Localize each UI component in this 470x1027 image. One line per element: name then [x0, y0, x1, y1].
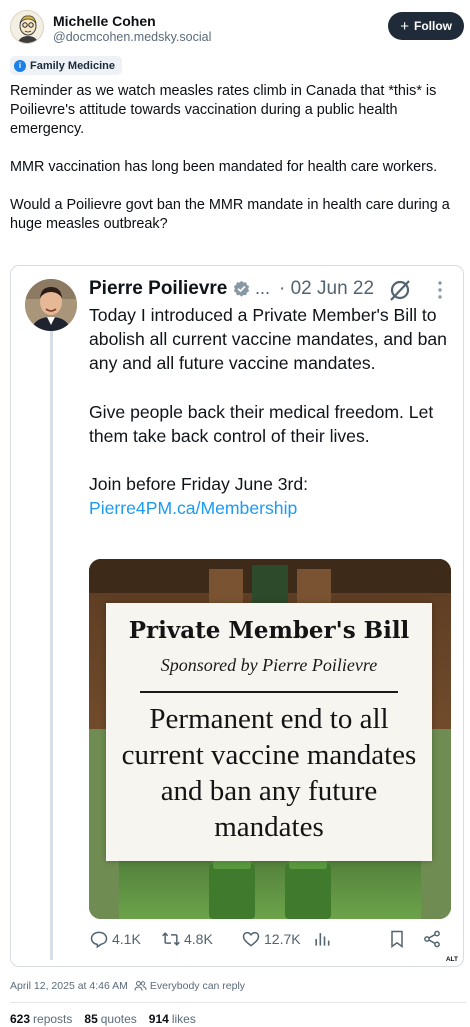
post-header: Michelle Cohen @docmcohen.medsky.social …: [10, 8, 466, 52]
share: [422, 929, 442, 949]
quoted-join: Join before Friday June 3rd: Pierre4PM.c…: [89, 472, 459, 520]
divider: [140, 691, 398, 693]
bill-title: Private Member's Bill: [128, 617, 410, 644]
plus-icon: +: [400, 17, 409, 35]
quotes-stat[interactable]: 85 quotes: [84, 1012, 136, 1026]
bill-body: Permanent end to all current vaccine man…: [121, 703, 417, 843]
reply-setting: Everybody can reply: [134, 980, 245, 992]
more-options-icon: [438, 281, 442, 299]
quoted-actions: 4.1K 4.8K 12.7K: [89, 929, 459, 953]
author-handle[interactable]: @docmcohen.medsky.social: [53, 30, 211, 44]
quoted-author-name: Pierre Poilievre: [89, 278, 228, 299]
reply-setting-text: Everybody can reply: [149, 980, 246, 992]
quotes-label: quotes: [100, 1012, 137, 1026]
info-icon: i: [14, 59, 26, 72]
reposts-label: reposts: [33, 1012, 73, 1026]
verified-badge-icon: [233, 280, 250, 297]
quoted-avatar: [25, 279, 77, 331]
embedded-image[interactable]: Pierre Poilievre ... · 02 Jun 22 Today I…: [10, 265, 464, 967]
alt-badge[interactable]: ALT: [443, 956, 460, 963]
analytics: [312, 929, 332, 949]
follow-label: Follow: [414, 19, 452, 33]
analytics-bars-icon: [315, 933, 330, 946]
post-paragraph: Would a Poilievre govt ban the MMR manda…: [10, 197, 450, 232]
quoted-text: Today I introduced a Private Member's Bi…: [89, 303, 459, 520]
like-count-text: 12.7K: [264, 931, 301, 947]
quoted-paragraph: Give people back their medical freedom. …: [89, 401, 434, 446]
post-paragraph: Reminder as we watch measles rates climb…: [10, 83, 437, 137]
membership-link: Pierre4PM.ca/Membership: [89, 498, 298, 519]
bookmark: [387, 929, 407, 949]
reposts-stat[interactable]: 623 reposts: [10, 1012, 72, 1026]
quoted-date: · 02 Jun 22: [279, 278, 375, 299]
reposts-count: 623: [10, 1012, 31, 1026]
avatar-illustration-icon: [11, 11, 43, 43]
bookmark-icon: [391, 930, 403, 948]
post-text: Reminder as we watch measles rates climb…: [10, 82, 462, 234]
post-meta: April 12, 2025 at 4:46 AM Everybody can …: [10, 980, 245, 992]
quoted-paragraph: Today I introduced a Private Member's Bi…: [89, 305, 447, 374]
bill-image: Private Member's Bill Sponsored by Pierr…: [89, 559, 451, 919]
avatar[interactable]: [10, 10, 44, 44]
truncation-ellipsis: ...: [255, 278, 271, 298]
post-timestamp: April 12, 2025 at 4:46 AM: [10, 980, 128, 992]
people-icon: [134, 981, 147, 991]
repost-count: 4.8K: [161, 929, 213, 949]
likes-label: likes: [171, 1012, 196, 1026]
repost-icon: [162, 932, 180, 946]
follow-button[interactable]: + Follow: [388, 12, 464, 40]
label-chip[interactable]: i Family Medicine: [10, 56, 122, 75]
join-text: Join before Friday June 3rd:: [89, 474, 309, 495]
stroked-circle-logo-icon: [390, 280, 410, 301]
author-name[interactable]: Michelle Cohen: [53, 13, 156, 29]
divider: [10, 1002, 466, 1003]
repost-count-text: 4.8K: [184, 931, 213, 947]
likes-count: 914: [148, 1012, 169, 1026]
likes-stat[interactable]: 914 likes: [149, 1012, 196, 1026]
thread-line: [50, 330, 53, 960]
person-portrait-icon: [25, 279, 77, 331]
reply-count: 4.1K: [89, 929, 141, 949]
post-paragraph: MMR vaccination has long been mandated f…: [10, 159, 438, 175]
quotes-count: 85: [84, 1012, 98, 1026]
label-text: Family Medicine: [30, 59, 115, 72]
heart-icon: [242, 931, 260, 947]
reply-icon: [90, 931, 108, 949]
like-count: 12.7K: [241, 929, 301, 949]
reply-count-text: 4.1K: [112, 931, 141, 947]
post-stats: 623 reposts 85 quotes 914 likes: [10, 1012, 196, 1026]
bill-subtitle: Sponsored by Pierre Poilievre: [160, 655, 378, 675]
share-icon: [424, 930, 440, 948]
bill-card: Private Member's Bill Sponsored by Pierr…: [106, 603, 432, 861]
